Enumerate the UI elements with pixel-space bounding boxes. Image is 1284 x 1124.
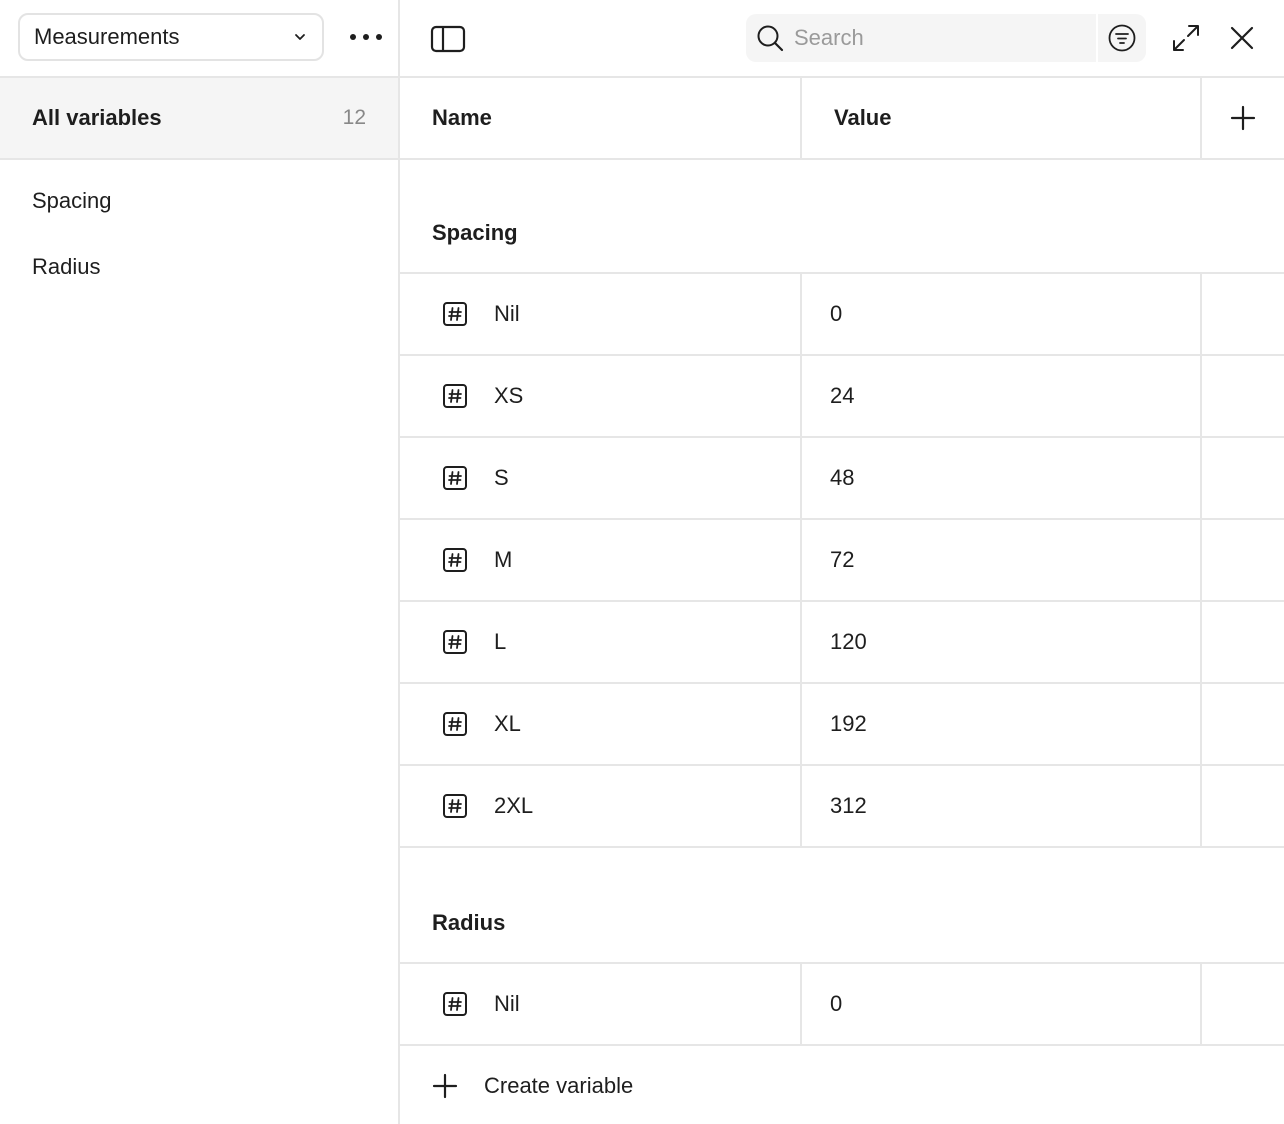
number-variable-icon (443, 466, 467, 490)
variables-window: Measurements All variables 12 Spacing Ra… (0, 0, 1284, 1124)
variable-name: 2XL (494, 793, 534, 818)
table-row[interactable]: Nil 0 (400, 274, 1284, 356)
add-mode-button[interactable] (1202, 78, 1284, 158)
column-header-value[interactable]: Value (802, 78, 1202, 158)
create-variable-label: Create variable (484, 1073, 634, 1098)
variable-value-cell[interactable]: 72 (802, 520, 1202, 600)
variable-name: L (494, 629, 507, 654)
variable-value-cell[interactable]: 120 (802, 602, 1202, 682)
sidebar-item-spacing[interactable]: Spacing (0, 168, 398, 234)
group-title-spacing: Spacing (400, 160, 1284, 274)
table-row[interactable]: M 72 (400, 520, 1284, 602)
variable-value-cell[interactable]: 24 (802, 356, 1202, 436)
sidebar-item-all-variables[interactable]: All variables 12 (0, 78, 398, 160)
filter-button[interactable] (1098, 14, 1146, 62)
row-extra-cell (1202, 438, 1284, 518)
expand-button[interactable] (1170, 22, 1202, 54)
number-variable-icon (443, 992, 467, 1016)
main-panel: Name Value Spacing Nil 0 XS 24 (400, 0, 1284, 1124)
variable-name-cell[interactable]: L (400, 602, 802, 682)
plus-icon (1230, 105, 1256, 131)
row-extra-cell (1202, 520, 1284, 600)
table-row[interactable]: 2XL 312 (400, 766, 1284, 848)
all-variables-label: All variables (32, 105, 162, 130)
variable-value-cell[interactable]: 0 (802, 964, 1202, 1044)
variable-name-cell[interactable]: XL (400, 684, 802, 764)
variable-name-cell[interactable]: 2XL (400, 766, 802, 846)
collection-dropdown[interactable]: Measurements (18, 13, 324, 61)
row-extra-cell (1202, 274, 1284, 354)
variable-name-cell[interactable]: M (400, 520, 802, 600)
chevron-down-icon (295, 34, 305, 40)
table-row[interactable]: XL 192 (400, 684, 1284, 766)
sidebar: Measurements All variables 12 Spacing Ra… (0, 0, 400, 1124)
variable-name: S (494, 465, 509, 490)
more-icon (350, 34, 382, 40)
column-header-name[interactable]: Name (400, 78, 802, 158)
search-box (746, 14, 1096, 62)
variable-name: Nil (494, 991, 520, 1016)
expand-icon (1173, 25, 1199, 51)
variable-name-cell[interactable]: Nil (400, 964, 802, 1044)
close-button[interactable] (1228, 24, 1256, 52)
collection-dropdown-label: Measurements (34, 24, 180, 49)
row-extra-cell (1202, 766, 1284, 846)
table-header: Name Value (400, 78, 1284, 160)
number-variable-icon (443, 548, 467, 572)
table-row[interactable]: Nil 0 (400, 964, 1284, 1046)
table-row[interactable]: S 48 (400, 438, 1284, 520)
number-variable-icon (443, 794, 467, 818)
variable-name-cell[interactable]: Nil (400, 274, 802, 354)
variable-name: M (494, 547, 513, 572)
search-input[interactable] (794, 25, 1074, 51)
create-variable-button[interactable]: Create variable (400, 1046, 1284, 1124)
sidebar-group-list: Spacing Radius (0, 160, 398, 300)
filter-icon (1108, 24, 1136, 52)
table-row[interactable]: XS 24 (400, 356, 1284, 438)
variable-name-cell[interactable]: XS (400, 356, 802, 436)
toggle-sidebar-button[interactable] (430, 24, 466, 54)
number-variable-icon (443, 712, 467, 736)
group-title-radius: Radius (400, 848, 1284, 964)
all-variables-count: 12 (342, 106, 366, 129)
variable-name: XS (494, 383, 524, 408)
sidebar-item-radius[interactable]: Radius (0, 234, 398, 300)
table-row[interactable]: L 120 (400, 602, 1284, 684)
close-icon (1230, 26, 1254, 50)
sidebar-toggle-icon (430, 25, 466, 53)
variable-value-cell[interactable]: 48 (802, 438, 1202, 518)
variable-name-cell[interactable]: S (400, 438, 802, 518)
number-variable-icon (443, 630, 467, 654)
variable-name: Nil (494, 301, 520, 326)
variable-value-cell[interactable]: 312 (802, 766, 1202, 846)
row-extra-cell (1202, 356, 1284, 436)
sidebar-header: Measurements (0, 0, 398, 78)
number-variable-icon (443, 384, 467, 408)
row-extra-cell (1202, 684, 1284, 764)
search-icon (757, 25, 784, 52)
variable-value-cell[interactable]: 0 (802, 274, 1202, 354)
row-extra-cell (1202, 964, 1284, 1044)
number-variable-icon (443, 302, 467, 326)
row-extra-cell (1202, 602, 1284, 682)
variable-name: XL (494, 711, 521, 736)
main-header (400, 0, 1284, 78)
variable-value-cell[interactable]: 192 (802, 684, 1202, 764)
plus-icon (432, 1073, 458, 1099)
more-options-button[interactable] (346, 22, 386, 52)
